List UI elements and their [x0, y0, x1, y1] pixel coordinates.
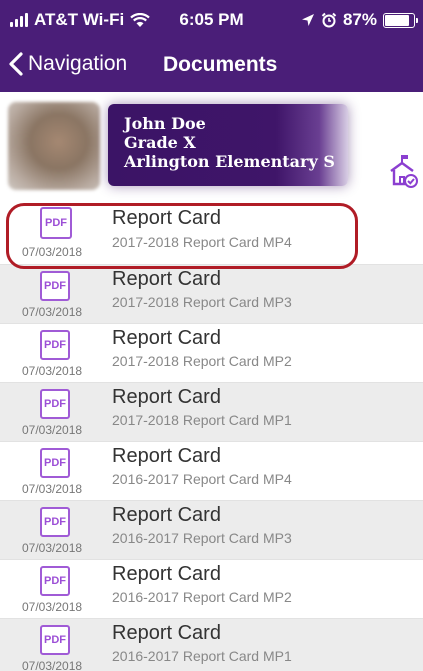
- document-title: Report Card: [112, 445, 221, 467]
- student-info-card: John Doe Grade X Arlington Elementary S: [108, 104, 348, 186]
- pdf-icon: PDF: [40, 507, 70, 537]
- student-grade: Grade X: [124, 133, 196, 152]
- avatar: [8, 102, 100, 190]
- student-profile: John Doe Grade X Arlington Elementary S: [0, 92, 423, 200]
- school-house-icon[interactable]: [388, 154, 418, 188]
- document-date: 07/03/2018: [22, 600, 83, 614]
- document-title: Report Card: [112, 207, 221, 229]
- document-list: PDF 07/03/2018 Report Card 2017-2018 Report…: [0, 200, 423, 671]
- document-title: Report Card: [112, 504, 221, 526]
- document-row[interactable]: PDF 07/03/2018 Report Card 2017-2018 Report…: [0, 265, 423, 324]
- page-title: Documents: [163, 53, 278, 76]
- document-subtitle: 2017-2018 Report Card MP2: [112, 353, 292, 369]
- document-date: 07/03/2018: [22, 364, 83, 378]
- document-row[interactable]: PDF 07/03/2018 Report Card 2016-2017 Report…: [0, 560, 423, 619]
- pdf-icon: PDF: [40, 389, 70, 419]
- document-date: 07/03/2018: [22, 482, 83, 496]
- student-name: John Doe: [124, 114, 206, 133]
- document-title: Report Card: [112, 386, 221, 408]
- battery-icon: [383, 12, 418, 28]
- pdf-icon: PDF: [40, 566, 70, 596]
- document-title: Report Card: [112, 268, 221, 290]
- document-row[interactable]: PDF 07/03/2018 Report Card 2017-2018 Report…: [0, 324, 423, 383]
- nav-bar: Navigation Documents: [0, 40, 423, 92]
- pdf-icon: PDF: [40, 448, 70, 478]
- status-bar: AT&T Wi-Fi 6:05 PM 87%: [0, 0, 423, 40]
- document-subtitle: 2016-2017 Report Card MP4: [112, 471, 292, 487]
- document-subtitle: 2017-2018 Report Card MP4: [112, 234, 292, 250]
- location-arrow-icon: [301, 14, 314, 26]
- pdf-icon: PDF: [40, 271, 70, 301]
- document-date: 07/03/2018: [22, 541, 83, 555]
- pdf-icon: PDF: [40, 625, 70, 655]
- document-subtitle: 2016-2017 Report Card MP1: [112, 648, 292, 664]
- document-date: 07/03/2018: [22, 659, 83, 671]
- battery-fill: [385, 14, 410, 26]
- document-row[interactable]: PDF 07/03/2018 Report Card 2017-2018 Report…: [0, 200, 423, 265]
- document-subtitle: 2017-2018 Report Card MP1: [112, 412, 292, 428]
- document-title: Report Card: [112, 622, 221, 644]
- back-button[interactable]: Navigation: [8, 52, 127, 76]
- student-school: Arlington Elementary S: [124, 152, 335, 171]
- document-title: Report Card: [112, 563, 221, 585]
- pdf-icon: PDF: [40, 207, 72, 239]
- document-row[interactable]: PDF 07/03/2018 Report Card 2016-2017 Report…: [0, 501, 423, 560]
- document-subtitle: 2016-2017 Report Card MP2: [112, 589, 292, 605]
- document-date: 07/03/2018: [22, 423, 83, 437]
- chevron-left-icon: [9, 52, 23, 76]
- back-button-label: Navigation: [28, 52, 128, 75]
- document-subtitle: 2016-2017 Report Card MP3: [112, 530, 292, 546]
- document-row[interactable]: PDF 07/03/2018 Report Card 2016-2017 Report…: [0, 619, 423, 671]
- document-title: Report Card: [112, 327, 221, 349]
- alarm-icon: [321, 12, 337, 28]
- battery-percent: 87%: [342, 10, 377, 29]
- document-row[interactable]: PDF 07/03/2018 Report Card 2016-2017 Report…: [0, 442, 423, 501]
- document-date: 07/03/2018: [22, 245, 83, 259]
- document-row[interactable]: PDF 07/03/2018 Report Card 2017-2018 Report…: [0, 383, 423, 442]
- document-date: 07/03/2018: [22, 305, 83, 319]
- status-right: 87%: [301, 10, 418, 30]
- pdf-icon: PDF: [40, 330, 70, 360]
- document-subtitle: 2017-2018 Report Card MP3: [112, 294, 292, 310]
